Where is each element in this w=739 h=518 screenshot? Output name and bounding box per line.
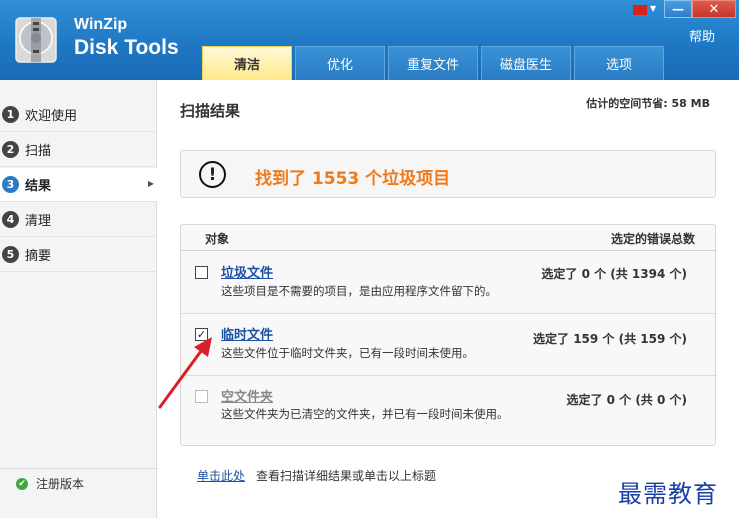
empty-folders-description: 这些文件夹为已清空的文件夹，并已有一段时间未使用。 [221,407,509,421]
sidebar-item-results[interactable]: 3 结果 ▶ [0,168,157,202]
sidebar-item-welcome[interactable]: 1 欢迎使用 [0,98,157,132]
results-panel: 对象 选定的错误总数 垃圾文件 这些项目是不需要的项目，是由应用程序文件留下的。… [180,224,717,446]
watermark: 最需教育 [618,480,718,508]
page-title: 扫描结果 [180,102,241,120]
column-errors: 选定的错误总数 [610,232,695,246]
step-number-badge: 1 [2,106,19,123]
divider [181,375,717,376]
results-header: 对象 选定的错误总数 [181,225,717,251]
empty-folders-title[interactable]: 空文件夹 [221,386,273,405]
chevron-right-icon: ▶ [147,179,154,188]
sidebar-item-label: 摘要 [25,249,52,264]
junk-files-description: 这些项目是不需要的项目，是由应用程序文件留下的。 [221,284,497,298]
step-number-badge: 2 [2,141,19,158]
view-details-link[interactable]: 单击此处 [197,467,245,484]
sidebar-item-label: 扫描 [25,144,52,159]
summary-text: 找到了 1553 个垃圾项目 [255,169,451,189]
minimize-button[interactable]: — [664,0,692,18]
app-header: WinZip Disk Tools ▼ — ✕ 帮助 清洁 优化 重复文件 磁盘… [0,0,739,80]
brand-name: WinZip [74,16,128,33]
register-version-link[interactable]: ✔ 注册版本 [0,468,157,498]
exclamation-icon: ! [199,161,226,188]
sidebar-item-summary[interactable]: 5 摘要 [0,238,157,272]
step-number-badge: 3 [2,176,19,193]
divider [181,313,717,314]
language-flag-icon[interactable] [633,5,647,15]
sidebar-item-scan[interactable]: 2 扫描 [0,133,157,167]
sidebar-item-label: 清理 [25,214,52,229]
tab-disk-doctor[interactable]: 磁盘医生 [481,46,571,80]
tab-duplicate-files[interactable]: 重复文件 [388,46,478,80]
help-link[interactable]: 帮助 [689,26,715,45]
sidebar-item-clean[interactable]: 4 清理 [0,203,157,237]
register-label: 注册版本 [36,477,85,491]
estimated-savings: 估计的空间节省: 58 MB [586,97,710,110]
sidebar-item-label: 欢迎使用 [25,109,78,124]
footer-hint: 查看扫描详细结果或单击以上标题 [256,469,437,483]
checkmark-icon: ✔ [16,477,28,490]
scan-summary-box: ! 找到了 1553 个垃圾项目 [180,150,716,198]
temp-files-description: 这些文件位于临时文件夹，已有一段时间未使用。 [221,346,474,360]
tab-optimize[interactable]: 优化 [295,46,385,80]
temp-files-title[interactable]: 临时文件 [221,324,273,343]
sidebar: 1 欢迎使用 2 扫描 3 结果 ▶ 4 清理 5 摘要 ✔ 注册版本 [0,80,157,518]
step-number-badge: 4 [2,211,19,228]
tab-clean[interactable]: 清洁 [202,46,292,80]
close-button[interactable]: ✕ [692,0,736,18]
tab-options[interactable]: 选项 [574,46,664,80]
winzip-disk-logo-icon [15,17,57,63]
junk-files-title[interactable]: 垃圾文件 [221,262,273,281]
junk-files-checkbox[interactable] [195,266,208,279]
empty-folders-count: 选定了 0 个 (共 0 个) [566,393,687,407]
sidebar-item-label: 结果 [25,179,52,194]
product-name: Disk Tools [74,36,179,59]
junk-files-count: 选定了 0 个 (共 1394 个) [541,267,687,281]
annotation-arrow-icon [158,337,212,409]
column-object: 对象 [205,232,230,246]
step-number-badge: 5 [2,246,19,263]
temp-files-count: 选定了 159 个 (共 159 个) [533,332,687,346]
main-tabs: 清洁 优化 重复文件 磁盘医生 选项 [202,46,664,80]
language-dropdown-icon[interactable]: ▼ [650,4,656,13]
